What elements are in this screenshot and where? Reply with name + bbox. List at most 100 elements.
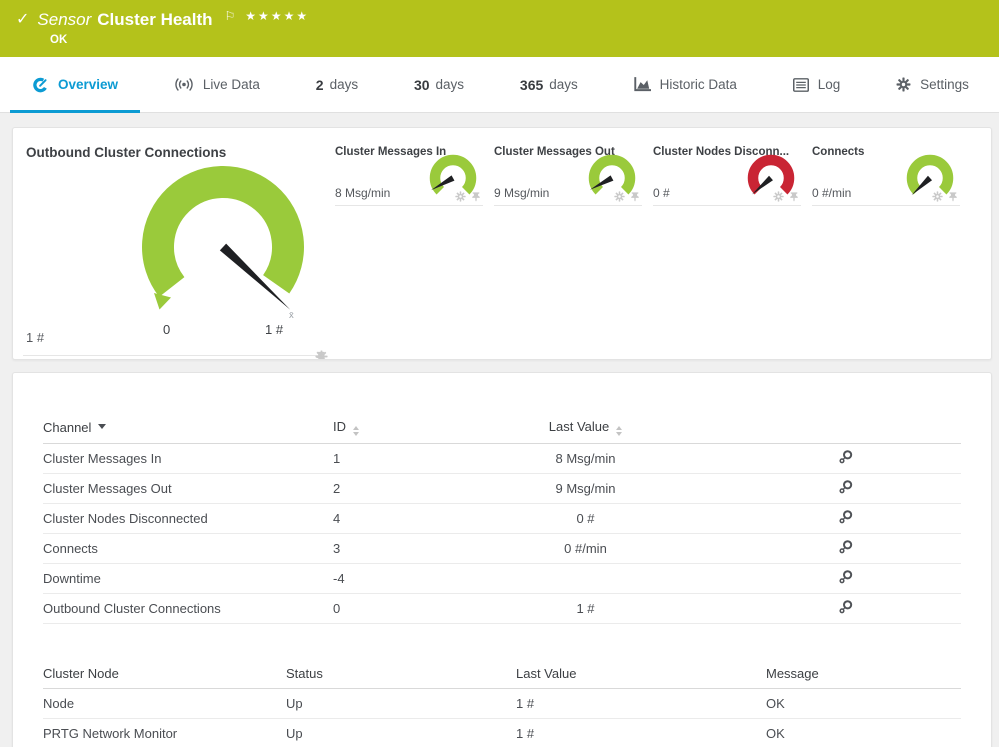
details-panel: Channel ID Last Value Cluster Messages I… (12, 372, 992, 747)
channel-row[interactable]: Cluster Messages Out 2 9 Msg/min (43, 473, 961, 503)
channel-last-value: 9 Msg/min (498, 473, 673, 503)
gauge-current-value: 0 #/min (812, 186, 851, 200)
channel-name: Cluster Messages Out (43, 473, 333, 503)
column-header-status: Status (286, 659, 516, 689)
tab-number: 365 (520, 77, 543, 93)
object-kind-label: Sensor (37, 9, 91, 31)
log-icon (793, 78, 809, 92)
tab-number: 2 (316, 77, 324, 93)
channel-last-value (498, 563, 673, 593)
channel-zoom-icon[interactable] (839, 510, 853, 524)
mini-gauge-panel: Connects 0 #/min (812, 142, 960, 206)
gauge-current-value: 8 Msg/min (335, 186, 390, 200)
channel-last-value: 0 #/min (498, 533, 673, 563)
node-name: PRTG Network Monitor (43, 719, 286, 747)
gauge-pin-icon[interactable] (471, 191, 481, 202)
tab-label: Live Data (203, 77, 260, 92)
channel-row[interactable]: Cluster Nodes Disconnected 4 0 # (43, 503, 961, 533)
column-header-last-value: Last Value (516, 659, 766, 689)
flag-icon[interactable]: ⚐ (225, 9, 236, 23)
gear-icon (896, 77, 911, 92)
channel-id: 3 (333, 533, 498, 563)
gauge-icon (32, 76, 49, 93)
tab-historic-data[interactable]: Historic Data (610, 57, 761, 112)
channel-row[interactable]: Downtime -4 (43, 563, 961, 593)
sort-icon (616, 426, 622, 436)
channel-zoom-icon[interactable] (839, 450, 853, 464)
cluster-node-row[interactable]: PRTG Network Monitor Up 1 # OK (43, 719, 961, 747)
tab-label: Log (818, 77, 841, 92)
tab-30-days[interactable]: 30 days (390, 57, 488, 112)
tab-bar: Overview Live Data 2 days 30 days 365 da… (0, 57, 999, 113)
tab-log[interactable]: Log (769, 57, 865, 112)
tab-label: days (549, 77, 578, 92)
gauge-settings-gear-icon[interactable] (614, 191, 625, 202)
channel-id: 4 (333, 503, 498, 533)
gauges-panel: Outbound Cluster Connections x̄ 0 1 # 1 … (12, 127, 992, 360)
gauge-pin-icon[interactable] (948, 191, 958, 202)
gauge-current-value: 1 # (26, 330, 44, 345)
node-name: Node (43, 689, 286, 719)
gauge-pin-icon[interactable] (789, 191, 799, 202)
sensor-header: ✓ Sensor Cluster Health ⚐ ★★★★★ OK (0, 0, 999, 57)
column-header-id[interactable]: ID (333, 413, 498, 443)
channel-row[interactable]: Connects 3 0 #/min (43, 533, 961, 563)
channel-zoom-icon[interactable] (839, 570, 853, 584)
channel-row[interactable]: Cluster Messages In 1 8 Msg/min (43, 443, 961, 473)
gauge-settings-gear-icon[interactable] (932, 191, 943, 202)
channel-table: Channel ID Last Value Cluster Messages I… (43, 413, 961, 624)
main-content: Outbound Cluster Connections x̄ 0 1 # 1 … (0, 113, 999, 747)
gauge-pin-icon[interactable] (630, 191, 640, 202)
node-status: Up (286, 719, 516, 747)
tab-overview[interactable]: Overview (8, 57, 142, 112)
gauge-title: Connects (812, 146, 864, 158)
tab-live-data[interactable]: Live Data (150, 57, 284, 112)
node-last-value: 1 # (516, 689, 766, 719)
tab-2-days[interactable]: 2 days (292, 57, 382, 112)
channel-name: Cluster Messages In (43, 443, 333, 473)
channel-row[interactable]: Outbound Cluster Connections 0 1 # (43, 593, 961, 623)
channel-name: Connects (43, 533, 333, 563)
mini-gauge-panel: Cluster Nodes Disconn... 0 # (653, 142, 801, 206)
gauge-settings-gear-icon[interactable] (455, 191, 466, 202)
status-check-icon: ✓ (16, 9, 29, 31)
tab-number: 30 (414, 77, 430, 93)
channel-name: Downtime (43, 563, 333, 593)
node-last-value: 1 # (516, 719, 766, 747)
column-header-last-value[interactable]: Last Value (498, 413, 673, 443)
tab-label: Settings (920, 77, 969, 92)
mini-gauge-panel: Cluster Messages Out 9 Msg/min (494, 142, 642, 206)
channel-table-header: Channel ID Last Value (43, 413, 961, 443)
column-header-cluster-node: Cluster Node (43, 659, 286, 689)
main-gauge-dial: x̄ (23, 128, 333, 328)
sort-desc-icon (98, 424, 106, 433)
tab-label: Historic Data (660, 77, 737, 92)
channel-zoom-icon[interactable] (839, 540, 853, 554)
sort-icon (353, 426, 359, 436)
node-table-header: Cluster Node Status Last Value Message (43, 659, 961, 689)
channel-name: Cluster Nodes Disconnected (43, 503, 333, 533)
gauge-current-value: 0 # (653, 186, 670, 200)
tab-label: days (436, 77, 465, 92)
channel-id: -4 (333, 563, 498, 593)
gauge-settings-gear-icon[interactable] (773, 191, 784, 202)
status-badge: OK (50, 34, 999, 46)
tab-365-days[interactable]: 365 days (496, 57, 602, 112)
channel-zoom-icon[interactable] (839, 600, 853, 614)
channel-zoom-icon[interactable] (839, 480, 853, 494)
channel-id: 2 (333, 473, 498, 503)
column-header-channel[interactable]: Channel (43, 413, 333, 443)
cluster-node-row[interactable]: Node Up 1 # OK (43, 689, 961, 719)
node-status: Up (286, 689, 516, 719)
tab-settings[interactable]: Settings (872, 57, 993, 112)
main-gauge-section: Outbound Cluster Connections x̄ 0 1 # 1 … (23, 128, 324, 356)
broadcast-icon (174, 77, 194, 92)
gauge-scale-max: 1 # (265, 322, 283, 337)
channel-id: 1 (333, 443, 498, 473)
priority-stars[interactable]: ★★★★★ (245, 9, 309, 23)
column-header-message: Message (766, 659, 961, 689)
cluster-node-table: Cluster Node Status Last Value Message N… (43, 659, 961, 747)
gauge-scale-min: 0 (163, 322, 170, 337)
page-title: Cluster Health (97, 9, 212, 31)
channel-last-value: 8 Msg/min (498, 443, 673, 473)
